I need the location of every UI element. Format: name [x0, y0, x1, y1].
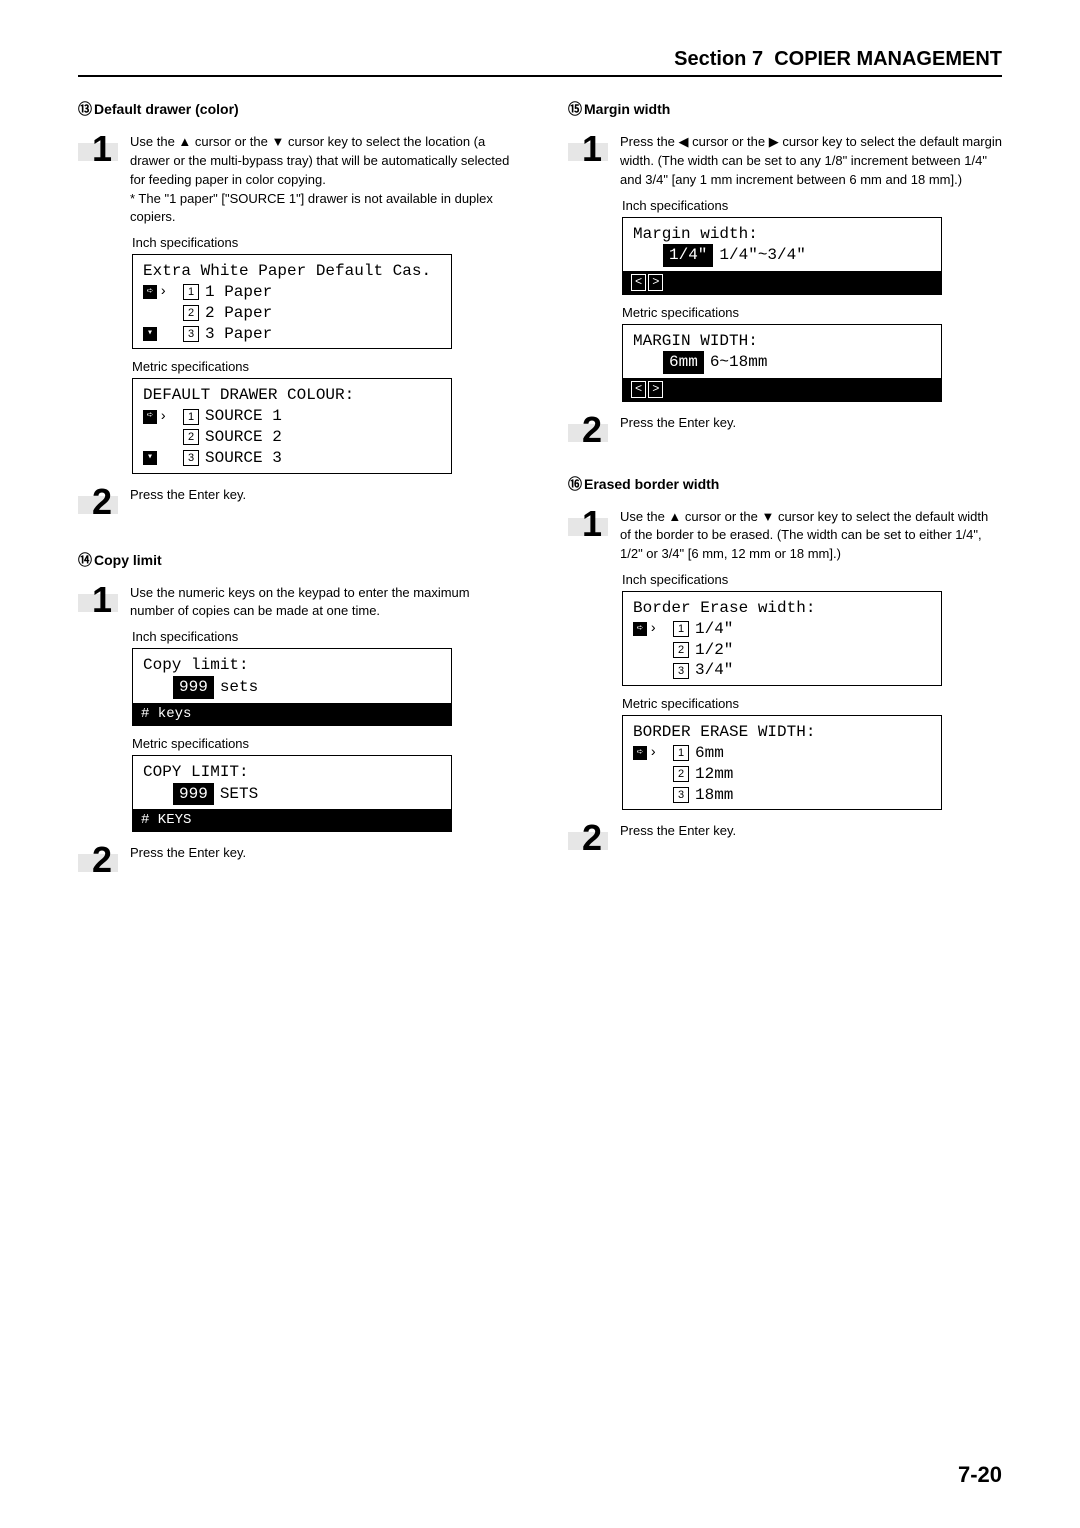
content-columns: ⑬Default drawer (color) 1 Use the ▲ curs… [78, 95, 1002, 886]
lcd-13-inch: Extra White Paper Default Cas. ➪›11 Pape… [132, 254, 452, 349]
num-15: ⑮ [568, 99, 582, 119]
s14-step2: 2 Press the Enter key. [78, 842, 512, 878]
left-column: ⑬Default drawer (color) 1 Use the ▲ curs… [78, 95, 512, 886]
lcd-14-inch: Copy limit: 999sets # keys [132, 648, 452, 726]
s15-step2: 2 Press the Enter key. [568, 412, 1002, 448]
down-arrow-icon: ▾ [143, 327, 157, 341]
lcd-16-metric: BORDER ERASE WIDTH: ➪›16mm 212mm 318mm [622, 715, 942, 810]
step-badge: 1 [78, 131, 122, 167]
left-arrow-icon: < [631, 274, 646, 290]
s15-step1: 1 Press the ◀ cursor or the ▶ cursor key… [568, 131, 1002, 190]
arrow-right-icon: ➪ [143, 285, 157, 299]
title-15: Margin width [584, 101, 670, 117]
lcd-15-metric: MARGIN WIDTH: 6mm6~18mm <> [622, 324, 942, 402]
heading-15: ⑮Margin width [568, 99, 1002, 119]
page-number: 7-20 [958, 1462, 1002, 1488]
heading-16: ⑯Erased border width [568, 474, 1002, 494]
s13-step1: 1 Use the ▲ cursor or the ▼ cursor key t… [78, 131, 512, 227]
right-arrow-icon: > [648, 274, 663, 290]
title-14: Copy limit [94, 552, 162, 568]
section-title: COPIER MANAGEMENT [774, 48, 1002, 70]
lcd-13-metric: DEFAULT DRAWER COLOUR: ➪›1SOURCE 1 2SOUR… [132, 378, 452, 473]
arrow-right-icon: ➪ [633, 622, 647, 636]
title-13: Default drawer (color) [94, 101, 239, 117]
right-arrow-icon: > [648, 381, 663, 397]
right-column: ⑮Margin width 1 Press the ◀ cursor or th… [568, 95, 1002, 886]
title-16: Erased border width [584, 476, 719, 492]
manual-page: Section 7 COPIER MANAGEMENT ⑬Default dra… [0, 0, 1080, 1528]
num-13: ⑬ [78, 99, 92, 119]
lcd-16-inch: Border Erase width: ➪›11/4" 21/2" 33/4" [622, 591, 942, 686]
num-16: ⑯ [568, 474, 582, 494]
heading-13: ⑬Default drawer (color) [78, 99, 512, 119]
section-header: Section 7 COPIER MANAGEMENT [78, 48, 1002, 77]
lcd-15-inch: Margin width: 1/4"1/4"~3/4" <> [622, 217, 942, 295]
s16-step2: 2 Press the Enter key. [568, 820, 1002, 856]
s13-step2: 2 Press the Enter key. [78, 484, 512, 520]
num-14: ⑭ [78, 550, 92, 570]
arrow-right-icon: ➪ [143, 410, 157, 424]
s13-step1-body: Use the ▲ cursor or the ▼ cursor key to … [130, 131, 512, 227]
arrow-right-icon: ➪ [633, 746, 647, 760]
s14-step1: 1 Use the numeric keys on the keypad to … [78, 582, 512, 622]
section-label: Section 7 [674, 48, 763, 70]
down-arrow-icon: ▾ [143, 451, 157, 465]
heading-14: ⑭Copy limit [78, 550, 512, 570]
left-arrow-icon: < [631, 381, 646, 397]
metric-caption: Metric specifications [132, 359, 512, 374]
s16-step1: 1 Use the ▲ cursor or the ▼ cursor key t… [568, 506, 1002, 565]
lcd-14-metric: COPY LIMIT: 999SETS # KEYS [132, 755, 452, 833]
inch-caption: Inch specifications [132, 235, 512, 250]
